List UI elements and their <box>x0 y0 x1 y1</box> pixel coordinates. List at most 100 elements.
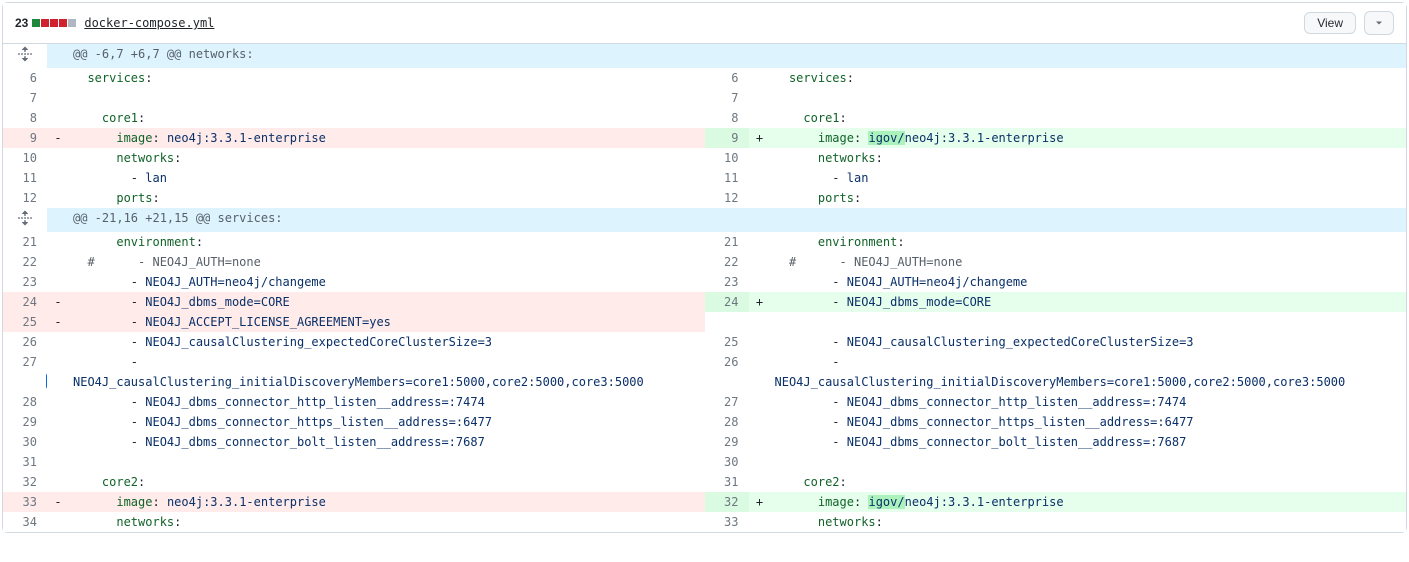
code-cell-right[interactable] <box>771 452 1407 472</box>
line-marker <box>749 232 771 252</box>
diff-row: 26 - NEO4J_causalClustering_expectedCore… <box>3 332 1406 352</box>
line-number-right[interactable]: 21 <box>705 232 749 252</box>
code-cell-right[interactable]: core1: <box>771 108 1407 128</box>
line-number-left[interactable]: 27+ <box>3 352 47 392</box>
line-number-right[interactable]: 11 <box>705 168 749 188</box>
line-number-left[interactable]: 10 <box>3 148 47 168</box>
code-cell-right[interactable]: image: igov/neo4j:3.3.1-enterprise <box>771 492 1407 512</box>
code-cell-right[interactable]: - NEO4J_dbms_connector_http_listen__addr… <box>771 392 1407 412</box>
line-number-left[interactable]: 12 <box>3 188 47 208</box>
code-cell-right[interactable]: - NEO4J_causalClustering_initialDiscover… <box>771 352 1407 392</box>
hunk-header-text-left: @@ -6,7 +6,7 @@ networks: <box>69 44 705 68</box>
code-cell-left[interactable] <box>69 452 705 472</box>
code-cell-right[interactable]: networks: <box>771 148 1407 168</box>
line-number-left[interactable]: 26 <box>3 332 47 352</box>
line-number-right[interactable]: 33 <box>705 512 749 532</box>
code-cell-left[interactable]: image: neo4j:3.3.1-enterprise <box>69 492 705 512</box>
line-number-right[interactable]: 28 <box>705 412 749 432</box>
line-number-left[interactable]: 28 <box>3 392 47 412</box>
line-number-right[interactable]: 25 <box>705 332 749 352</box>
line-number-left[interactable]: 22 <box>3 252 47 272</box>
line-number-right[interactable]: 6 <box>705 68 749 88</box>
line-number-left[interactable]: 9 <box>3 128 47 148</box>
line-number-right[interactable]: 31 <box>705 472 749 492</box>
line-number-left[interactable]: 23 <box>3 272 47 292</box>
line-number-right[interactable]: 8 <box>705 108 749 128</box>
line-number-right[interactable]: 7 <box>705 88 749 108</box>
line-number-left[interactable]: 25 <box>3 312 47 332</box>
line-number-right[interactable]: 26 <box>705 352 749 392</box>
line-number-right[interactable]: 10 <box>705 148 749 168</box>
line-marker <box>47 68 69 88</box>
line-number-left[interactable]: 34 <box>3 512 47 532</box>
line-number-left[interactable]: 32 <box>3 472 47 492</box>
line-marker <box>47 452 69 472</box>
code-cell-left[interactable]: - NEO4J_causalClustering_initialDiscover… <box>69 352 705 392</box>
diff-row: 9- image: neo4j:3.3.1-enterprise9+ image… <box>3 128 1406 148</box>
line-number-left[interactable]: 29 <box>3 412 47 432</box>
code-cell-left[interactable]: - NEO4J_dbms_connector_http_listen__addr… <box>69 392 705 412</box>
code-cell-right[interactable]: - NEO4J_causalClustering_expectedCoreClu… <box>771 332 1407 352</box>
line-number-left[interactable]: 30 <box>3 432 47 452</box>
code-cell-right[interactable]: - NEO4J_AUTH=neo4j/changeme <box>771 272 1407 292</box>
expand-hunk-left[interactable] <box>3 208 47 232</box>
line-marker <box>749 252 771 272</box>
line-marker-add: + <box>749 128 771 148</box>
line-number-right[interactable]: 12 <box>705 188 749 208</box>
code-cell-left[interactable]: - NEO4J_dbms_mode=CORE <box>69 292 705 312</box>
view-button[interactable]: View <box>1304 12 1356 34</box>
expand-hunk-left[interactable] <box>3 44 47 68</box>
code-cell-right[interactable]: environment: <box>771 232 1407 252</box>
code-cell-right[interactable]: core2: <box>771 472 1407 492</box>
code-cell-left[interactable]: - lan <box>69 168 705 188</box>
line-number-left[interactable]: 8 <box>3 108 47 128</box>
code-cell-left[interactable]: ports: <box>69 188 705 208</box>
code-cell-right[interactable]: - NEO4J_dbms_connector_https_listen__add… <box>771 412 1407 432</box>
line-number-right[interactable]: 24 <box>705 292 749 312</box>
line-number-left[interactable]: 7 <box>3 88 47 108</box>
line-marker-del: - <box>47 492 69 512</box>
code-cell-left[interactable]: environment: <box>69 232 705 252</box>
line-number-right[interactable]: 32 <box>705 492 749 512</box>
code-cell-left[interactable]: core1: <box>69 108 705 128</box>
line-number-left[interactable]: 21 <box>3 232 47 252</box>
code-cell-right[interactable]: ports: <box>771 188 1407 208</box>
code-cell-left[interactable]: - NEO4J_causalClustering_expectedCoreClu… <box>69 332 705 352</box>
diffstat[interactable]: 23 <box>15 16 76 30</box>
code-cell-right[interactable]: # - NEO4J_AUTH=none <box>771 252 1407 272</box>
line-number-left[interactable]: 24 <box>3 292 47 312</box>
code-cell-left[interactable]: - NEO4J_dbms_connector_https_listen__add… <box>69 412 705 432</box>
code-cell-right[interactable]: - lan <box>771 168 1407 188</box>
code-cell-left[interactable]: image: neo4j:3.3.1-enterprise <box>69 128 705 148</box>
line-number-left[interactable]: 6 <box>3 68 47 88</box>
code-cell-right[interactable]: networks: <box>771 512 1407 532</box>
line-marker <box>749 432 771 452</box>
code-cell-right[interactable]: image: igov/neo4j:3.3.1-enterprise <box>771 128 1407 148</box>
filename-link[interactable]: docker-compose.yml <box>84 16 214 30</box>
code-cell-left[interactable]: core2: <box>69 472 705 492</box>
code-cell-left[interactable]: - NEO4J_ACCEPT_LICENSE_AGREEMENT=yes <box>69 312 705 332</box>
add-comment-button[interactable]: + <box>46 372 47 390</box>
code-cell-right[interactable]: - NEO4J_dbms_connector_bolt_listen__addr… <box>771 432 1407 452</box>
line-number-left[interactable]: 11 <box>3 168 47 188</box>
toggle-diff-button[interactable] <box>1364 11 1394 35</box>
code-cell-right[interactable]: - NEO4J_dbms_mode=CORE <box>771 292 1407 312</box>
line-number-right[interactable]: 29 <box>705 432 749 452</box>
line-number-right[interactable]: 22 <box>705 252 749 272</box>
code-cell-right[interactable]: services: <box>771 68 1407 88</box>
code-cell-left[interactable]: - NEO4J_dbms_connector_bolt_listen__addr… <box>69 432 705 452</box>
line-number-left[interactable]: 31 <box>3 452 47 472</box>
line-marker <box>749 88 771 108</box>
code-cell-left[interactable]: networks: <box>69 512 705 532</box>
code-cell-left[interactable]: networks: <box>69 148 705 168</box>
code-cell-left[interactable] <box>69 88 705 108</box>
line-number-right[interactable]: 30 <box>705 452 749 472</box>
code-cell-left[interactable]: - NEO4J_AUTH=neo4j/changeme <box>69 272 705 292</box>
line-number-left[interactable]: 33 <box>3 492 47 512</box>
code-cell-right[interactable] <box>771 88 1407 108</box>
code-cell-left[interactable]: # - NEO4J_AUTH=none <box>69 252 705 272</box>
line-number-right[interactable]: 23 <box>705 272 749 292</box>
code-cell-left[interactable]: services: <box>69 68 705 88</box>
line-number-right[interactable]: 27 <box>705 392 749 412</box>
line-number-right[interactable]: 9 <box>705 128 749 148</box>
